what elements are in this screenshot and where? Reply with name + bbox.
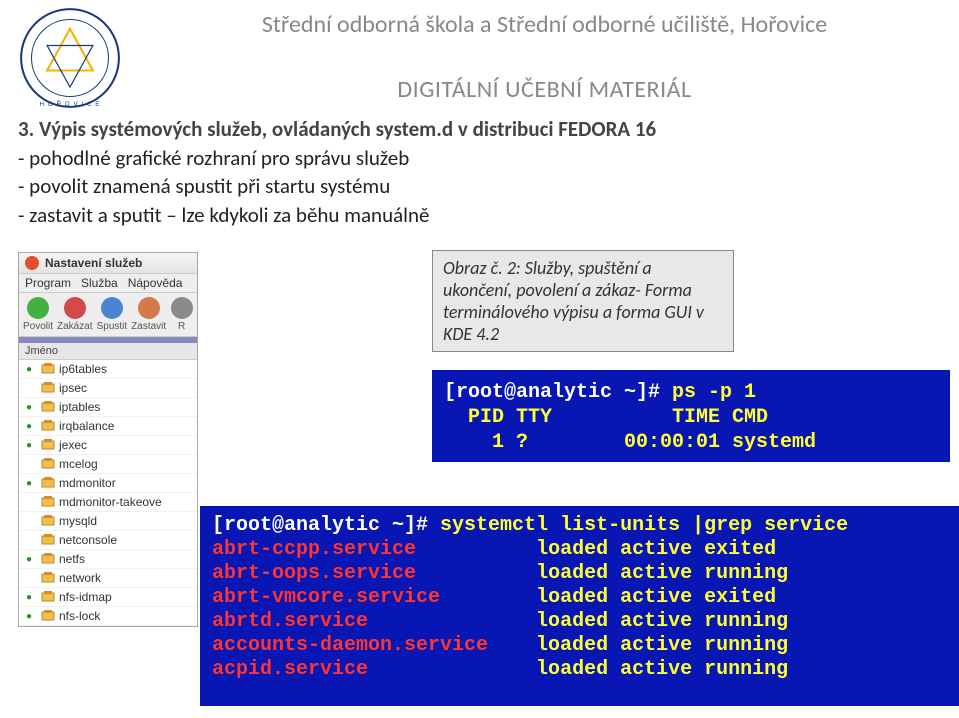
term-output-line: PID TTY TIME CMD [444, 406, 768, 429]
service-icon [41, 571, 55, 585]
bullet-line: - zastavit a sputit – lze kdykoli za běh… [18, 201, 429, 229]
enabled-dot-icon [23, 534, 35, 546]
service-list[interactable]: ip6tables ipsec iptables irqbalance jexec mce… [19, 360, 197, 626]
list-item[interactable]: nfs-idmap [19, 588, 197, 607]
service-icon [41, 533, 55, 547]
enabled-dot-icon [23, 572, 35, 584]
disable-button[interactable]: Zakázat [57, 297, 93, 332]
list-item[interactable]: mdmonitor-takeove [19, 493, 197, 512]
list-item[interactable]: iptables [19, 398, 197, 417]
start-button[interactable]: Spustit [97, 297, 128, 332]
school-logo: H O Ř O V I C E [16, 4, 124, 112]
menubar: Program Služba Nápověda [19, 274, 197, 293]
school-name: Střední odborná škola a Střední odborné … [150, 10, 939, 39]
bullet-line: - pohodlné grafické rozhraní pro správu … [18, 144, 429, 172]
service-name: mdmonitor [59, 476, 116, 490]
enabled-dot-icon [23, 515, 35, 527]
enabled-dot-icon [23, 553, 35, 565]
terminal-systemctl-output: [root@analytic ~]# systemctl list-units … [200, 506, 959, 706]
stop-button[interactable]: Zastavit [131, 297, 166, 332]
enabled-dot-icon [23, 477, 35, 489]
list-item[interactable]: ip6tables [19, 360, 197, 379]
service-icon [41, 400, 55, 414]
term-command: ps -p 1 [672, 381, 756, 404]
service-icon [41, 495, 55, 509]
list-item[interactable]: network [19, 569, 197, 588]
service-name: netconsole [59, 533, 117, 547]
enabled-dot-icon [23, 382, 35, 394]
service-icon [41, 381, 55, 395]
restart-button[interactable]: R [170, 297, 193, 332]
list-item[interactable]: irqbalance [19, 417, 197, 436]
doc-subtitle: DIGITÁLNÍ UČEBNÍ MATERIÁL [150, 75, 939, 104]
list-item[interactable]: mcelog [19, 455, 197, 474]
app-icon [25, 256, 39, 270]
service-icon [41, 362, 55, 376]
service-name: jexec [59, 438, 87, 452]
menu-service[interactable]: Služba [81, 276, 118, 290]
menu-help[interactable]: Nápověda [128, 276, 183, 290]
caption-label: Obraz č. 2: [443, 257, 521, 279]
service-name: network [59, 571, 101, 585]
list-item[interactable]: jexec [19, 436, 197, 455]
service-icon [41, 514, 55, 528]
service-name: iptables [59, 400, 100, 414]
service-name: nfs-idmap [59, 590, 112, 604]
window-titlebar: Nastavení služeb [19, 253, 197, 274]
enabled-dot-icon [23, 401, 35, 413]
service-name: mcelog [59, 457, 98, 471]
list-item[interactable]: nfs-lock [19, 607, 197, 626]
service-name: mysqld [59, 514, 97, 528]
svg-text:H O Ř O V I C E: H O Ř O V I C E [40, 100, 101, 108]
list-item[interactable]: netfs [19, 550, 197, 569]
service-icon [41, 438, 55, 452]
enabled-dot-icon [23, 363, 35, 375]
figure-caption: Obraz č. 2: Služby, spuštění a ukončení,… [432, 250, 734, 352]
enabled-dot-icon [23, 458, 35, 470]
term-output-line: 1 ? 00:00:01 systemd [444, 431, 816, 454]
list-item[interactable]: mysqld [19, 512, 197, 531]
service-icon [41, 552, 55, 566]
service-name: mdmonitor-takeove [59, 495, 162, 509]
enabled-dot-icon [23, 591, 35, 603]
service-settings-window: Nastavení služeb Program Služba Nápověda… [18, 252, 198, 627]
service-icon [41, 609, 55, 623]
service-name: netfs [59, 552, 85, 566]
menu-program[interactable]: Program [25, 276, 71, 290]
service-icon [41, 590, 55, 604]
list-item[interactable]: netconsole [19, 531, 197, 550]
service-icon [41, 476, 55, 490]
enabled-dot-icon [23, 496, 35, 508]
window-title: Nastavení služeb [45, 256, 142, 270]
body-text: - pohodlné grafické rozhraní pro správu … [18, 144, 429, 229]
toolbar: Povolit Zakázat Spustit Zastavit R [19, 293, 197, 337]
bullet-line: - povolit znamená spustit při startu sys… [18, 172, 429, 200]
term-prompt: [root@analytic ~]# [444, 381, 672, 404]
service-name: ip6tables [59, 362, 107, 376]
list-item[interactable]: mdmonitor [19, 474, 197, 493]
service-name: nfs-lock [59, 609, 100, 623]
enabled-dot-icon [23, 439, 35, 451]
terminal-ps-output: [root@analytic ~]# ps -p 1 PID TTY TIME … [432, 370, 950, 462]
enabled-dot-icon [23, 420, 35, 432]
enable-button[interactable]: Povolit [23, 297, 53, 332]
service-icon [41, 419, 55, 433]
service-name: irqbalance [59, 419, 114, 433]
service-name: ipsec [59, 381, 87, 395]
section-heading: 3. Výpis systémových služeb, ovládaných … [18, 116, 656, 142]
list-item[interactable]: ipsec [19, 379, 197, 398]
service-icon [41, 457, 55, 471]
column-header-name: Jméno [19, 343, 197, 360]
enabled-dot-icon [23, 610, 35, 622]
